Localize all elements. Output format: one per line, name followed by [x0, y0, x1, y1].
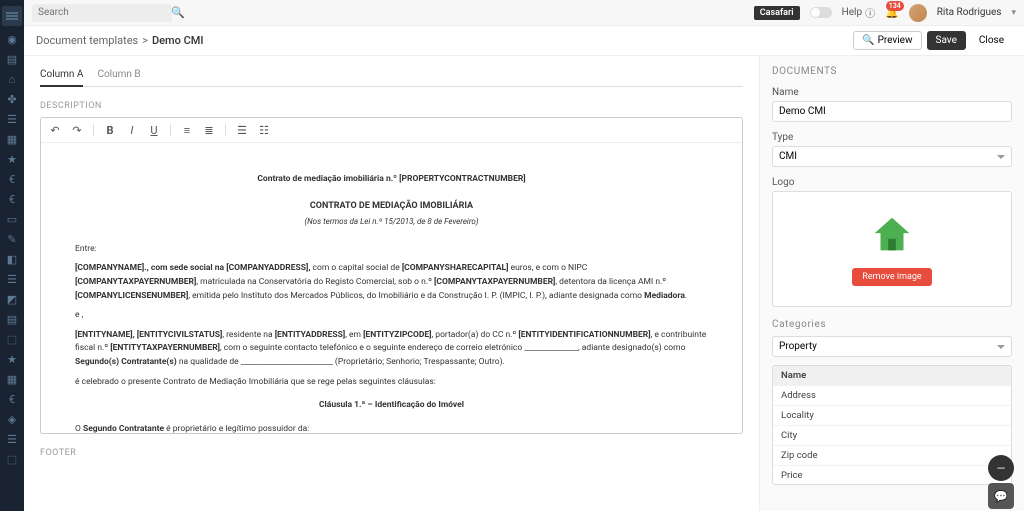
name-label: Name: [772, 87, 1012, 98]
search-box[interactable]: 🔍: [32, 4, 172, 22]
name-input[interactable]: [772, 101, 1012, 122]
breadcrumb-current: Demo CMI: [152, 34, 204, 47]
house-icon: [869, 212, 915, 258]
nav-icon[interactable]: ☰: [5, 272, 19, 286]
help-link[interactable]: Helpⓘ: [842, 5, 875, 20]
list-ol-icon[interactable]: ☷: [256, 122, 272, 138]
section-footer: FOOTER: [40, 448, 743, 458]
editor-toolbar: ↶ ↷ B I U ≡ ≣ ☰ ☷: [41, 118, 742, 143]
nav-icon[interactable]: €: [5, 172, 19, 186]
align-left-icon[interactable]: ≡: [179, 122, 195, 138]
align-center-icon[interactable]: ≣: [201, 122, 217, 138]
notifications-icon[interactable]: 🔔134: [885, 6, 899, 19]
nav-icon[interactable]: ▦: [5, 132, 19, 146]
bold-button[interactable]: B: [102, 122, 118, 138]
nav-icon[interactable]: ▭: [5, 212, 19, 226]
document-panel: DOCUMENTS Name Type CMI Logo Remove imag…: [759, 56, 1024, 511]
nav-icon[interactable]: ▤: [5, 312, 19, 326]
menu-icon[interactable]: [2, 6, 22, 26]
nav-icon[interactable]: ✤: [5, 92, 19, 106]
nav-icon[interactable]: €: [5, 392, 19, 406]
undo-icon[interactable]: ↶: [47, 122, 63, 138]
left-nav: ◉ ▤ ⌂ ✤ ☰ ▦ ★ € € ▭ ✎ ◧ ☰ ◩ ▤ ⬚ ★ ▦ € ◈ …: [0, 0, 24, 511]
sub-header: Document templates > Demo CMI 🔍 Preview …: [24, 26, 1024, 56]
document-body[interactable]: Contrato de mediação imobiliária n.º [PR…: [41, 143, 742, 433]
section-description: DESCRIPTION: [40, 101, 743, 111]
save-button[interactable]: Save: [927, 31, 966, 50]
list-item[interactable]: Zip code: [773, 446, 1011, 466]
preview-button[interactable]: 🔍 Preview: [853, 31, 921, 50]
list-ul-icon[interactable]: ☰: [234, 122, 250, 138]
top-bar: 🔍 Casafari Helpⓘ 🔔134 Rita Rodrigues ▾: [24, 0, 1024, 26]
categories-select[interactable]: Property: [772, 336, 1012, 357]
categories-header: Categories: [772, 319, 1012, 330]
italic-button[interactable]: I: [124, 122, 140, 138]
nav-icon[interactable]: ◩: [5, 292, 19, 306]
logo-label: Logo: [772, 177, 1012, 188]
redo-icon[interactable]: ↷: [69, 122, 85, 138]
list-item[interactable]: Address: [773, 386, 1011, 406]
nav-icon[interactable]: ◉: [5, 32, 19, 46]
nav-icon[interactable]: €: [5, 192, 19, 206]
list-item[interactable]: Locality: [773, 406, 1011, 426]
chat-button[interactable]: 💬: [988, 483, 1014, 509]
theme-toggle[interactable]: [810, 7, 832, 18]
nav-icon[interactable]: ★: [5, 152, 19, 166]
search-icon[interactable]: 🔍: [171, 6, 185, 19]
rich-editor: ↶ ↷ B I U ≡ ≣ ☰ ☷ Contrato de m: [40, 117, 743, 434]
panel-header: DOCUMENTS: [772, 66, 1012, 77]
nav-icon[interactable]: ▦: [5, 372, 19, 386]
breadcrumb-parent[interactable]: Document templates: [36, 34, 138, 47]
column-tabs: Column A Column B: [40, 64, 743, 87]
nav-icon[interactable]: ⬚: [5, 332, 19, 346]
nav-icon[interactable]: ⌂: [5, 72, 19, 86]
nav-icon[interactable]: ★: [5, 352, 19, 366]
type-select[interactable]: CMI: [772, 146, 1012, 167]
nav-icon[interactable]: ✎: [5, 232, 19, 246]
close-button[interactable]: Close: [971, 32, 1012, 49]
list-item[interactable]: Name: [773, 366, 1011, 386]
tab-column-b[interactable]: Column B: [97, 64, 140, 86]
field-list: Name Address Locality City Zip code Pric…: [772, 365, 1012, 485]
nav-icon[interactable]: ◈: [5, 412, 19, 426]
chevron-down-icon[interactable]: ▾: [1011, 8, 1016, 18]
search-input[interactable]: [38, 7, 171, 18]
nav-icon[interactable]: ◧: [5, 252, 19, 266]
nav-icon[interactable]: ⬚: [5, 452, 19, 466]
list-item[interactable]: City: [773, 426, 1011, 446]
tab-column-a[interactable]: Column A: [40, 64, 83, 87]
logo-preview: Remove image: [772, 191, 1012, 307]
fab-button[interactable]: —: [988, 455, 1014, 481]
remove-image-button[interactable]: Remove image: [852, 268, 931, 286]
avatar[interactable]: [909, 4, 927, 22]
nav-icon[interactable]: ▤: [5, 52, 19, 66]
type-label: Type: [772, 132, 1012, 143]
list-item[interactable]: Price: [773, 466, 1011, 485]
breadcrumb: Document templates > Demo CMI: [36, 34, 204, 47]
brand-tag: Casafari: [754, 6, 800, 20]
nav-icon[interactable]: ☰: [5, 432, 19, 446]
notif-badge: 134: [886, 1, 904, 11]
user-name: Rita Rodrigues: [937, 7, 1002, 18]
nav-icon[interactable]: ☰: [5, 112, 19, 126]
underline-button[interactable]: U: [146, 122, 162, 138]
